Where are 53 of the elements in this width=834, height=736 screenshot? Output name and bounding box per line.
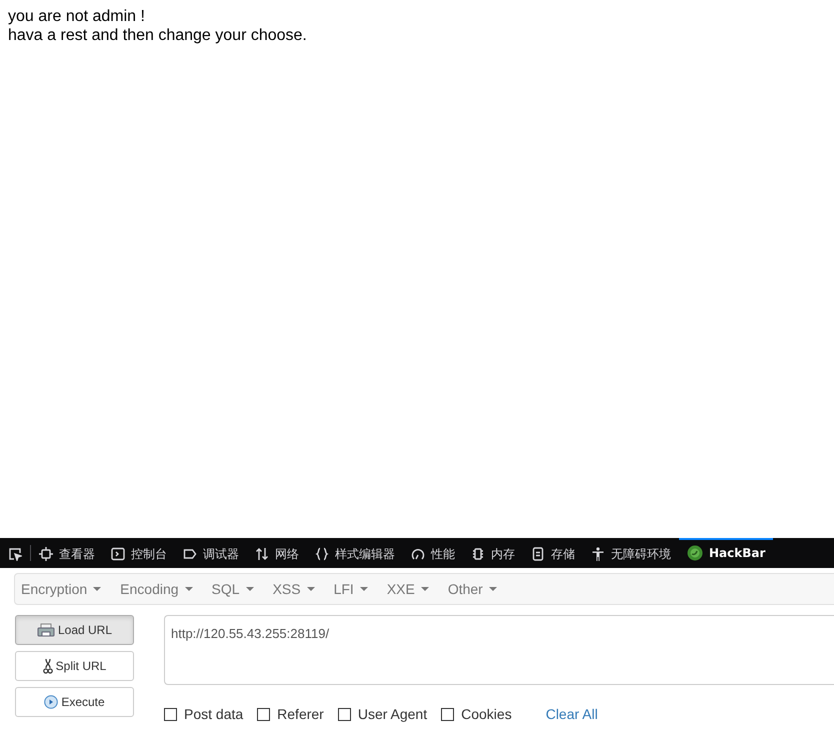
devtools-tab[interactable]: 性能	[403, 538, 463, 568]
devtools-tab[interactable]: 内存	[463, 538, 523, 568]
devtools-tab[interactable]: 查看器	[31, 538, 103, 568]
menu-dropdown[interactable]: LFI	[334, 578, 368, 600]
menu-dropdown[interactable]: SQL	[212, 578, 254, 600]
menu-dropdown[interactable]: Encryption	[21, 578, 102, 600]
devtools-tab[interactable]: 调试器	[175, 538, 247, 568]
devtools-tab[interactable]: 网络	[247, 538, 307, 568]
devtools-tab[interactable]: HackBar	[679, 538, 774, 568]
message-text: hava a rest and then change your choose.	[8, 26, 308, 45]
checkbox[interactable]	[441, 708, 454, 721]
split-url-button[interactable]: Split URL	[15, 651, 134, 681]
menu-dropdown[interactable]: XSS	[272, 578, 315, 600]
hackbar-logo-icon	[687, 545, 703, 561]
url-field[interactable]: http://120.55.43.255:28119/	[164, 615, 834, 685]
caret-icon	[93, 587, 102, 591]
message-text: you are not admin !	[8, 7, 146, 26]
devtools-tab[interactable]: 无障碍环境	[583, 538, 679, 568]
clear-all-link[interactable]: Clear All	[546, 704, 598, 725]
menu-dropdown[interactable]: XXE	[386, 578, 429, 600]
execute-button[interactable]: Execute	[15, 687, 134, 717]
inspector-icon	[39, 547, 53, 561]
checkbox[interactable]	[164, 708, 177, 721]
checkbox-label: Post data	[184, 705, 244, 724]
caret-icon	[246, 587, 254, 591]
checkbox-label: Referer	[277, 705, 324, 724]
caret-icon	[360, 587, 368, 591]
checkbox[interactable]	[338, 708, 351, 721]
checkbox[interactable]	[257, 708, 270, 721]
gauge-icon	[411, 547, 425, 561]
storage-icon	[531, 547, 545, 561]
checkbox-label: User Agent	[358, 705, 428, 724]
caret-icon	[306, 587, 315, 591]
braces-icon	[315, 547, 329, 561]
selector-icon	[8, 547, 22, 561]
menu-dropdown[interactable]: Other	[448, 578, 497, 600]
chip-icon	[471, 547, 485, 561]
caret-icon	[488, 587, 497, 591]
debugger-icon	[183, 547, 197, 561]
printer-icon	[36, 623, 55, 637]
person-icon	[591, 547, 605, 561]
devtools-tab[interactable]: 控制台	[103, 538, 175, 568]
arrows-icon	[255, 547, 269, 561]
scissors-icon	[42, 658, 53, 674]
caret-icon	[184, 587, 193, 591]
devtools-tab[interactable]: 存储	[523, 538, 583, 568]
checkbox-label: Cookies	[461, 705, 512, 724]
load-url-button[interactable]: Load URL	[15, 615, 134, 645]
caret-icon	[420, 587, 429, 591]
menu-dropdown[interactable]: Encoding	[120, 578, 193, 600]
play-icon	[44, 695, 58, 709]
console-icon	[111, 547, 125, 561]
devtools-tab[interactable]: 样式编辑器	[307, 538, 403, 568]
